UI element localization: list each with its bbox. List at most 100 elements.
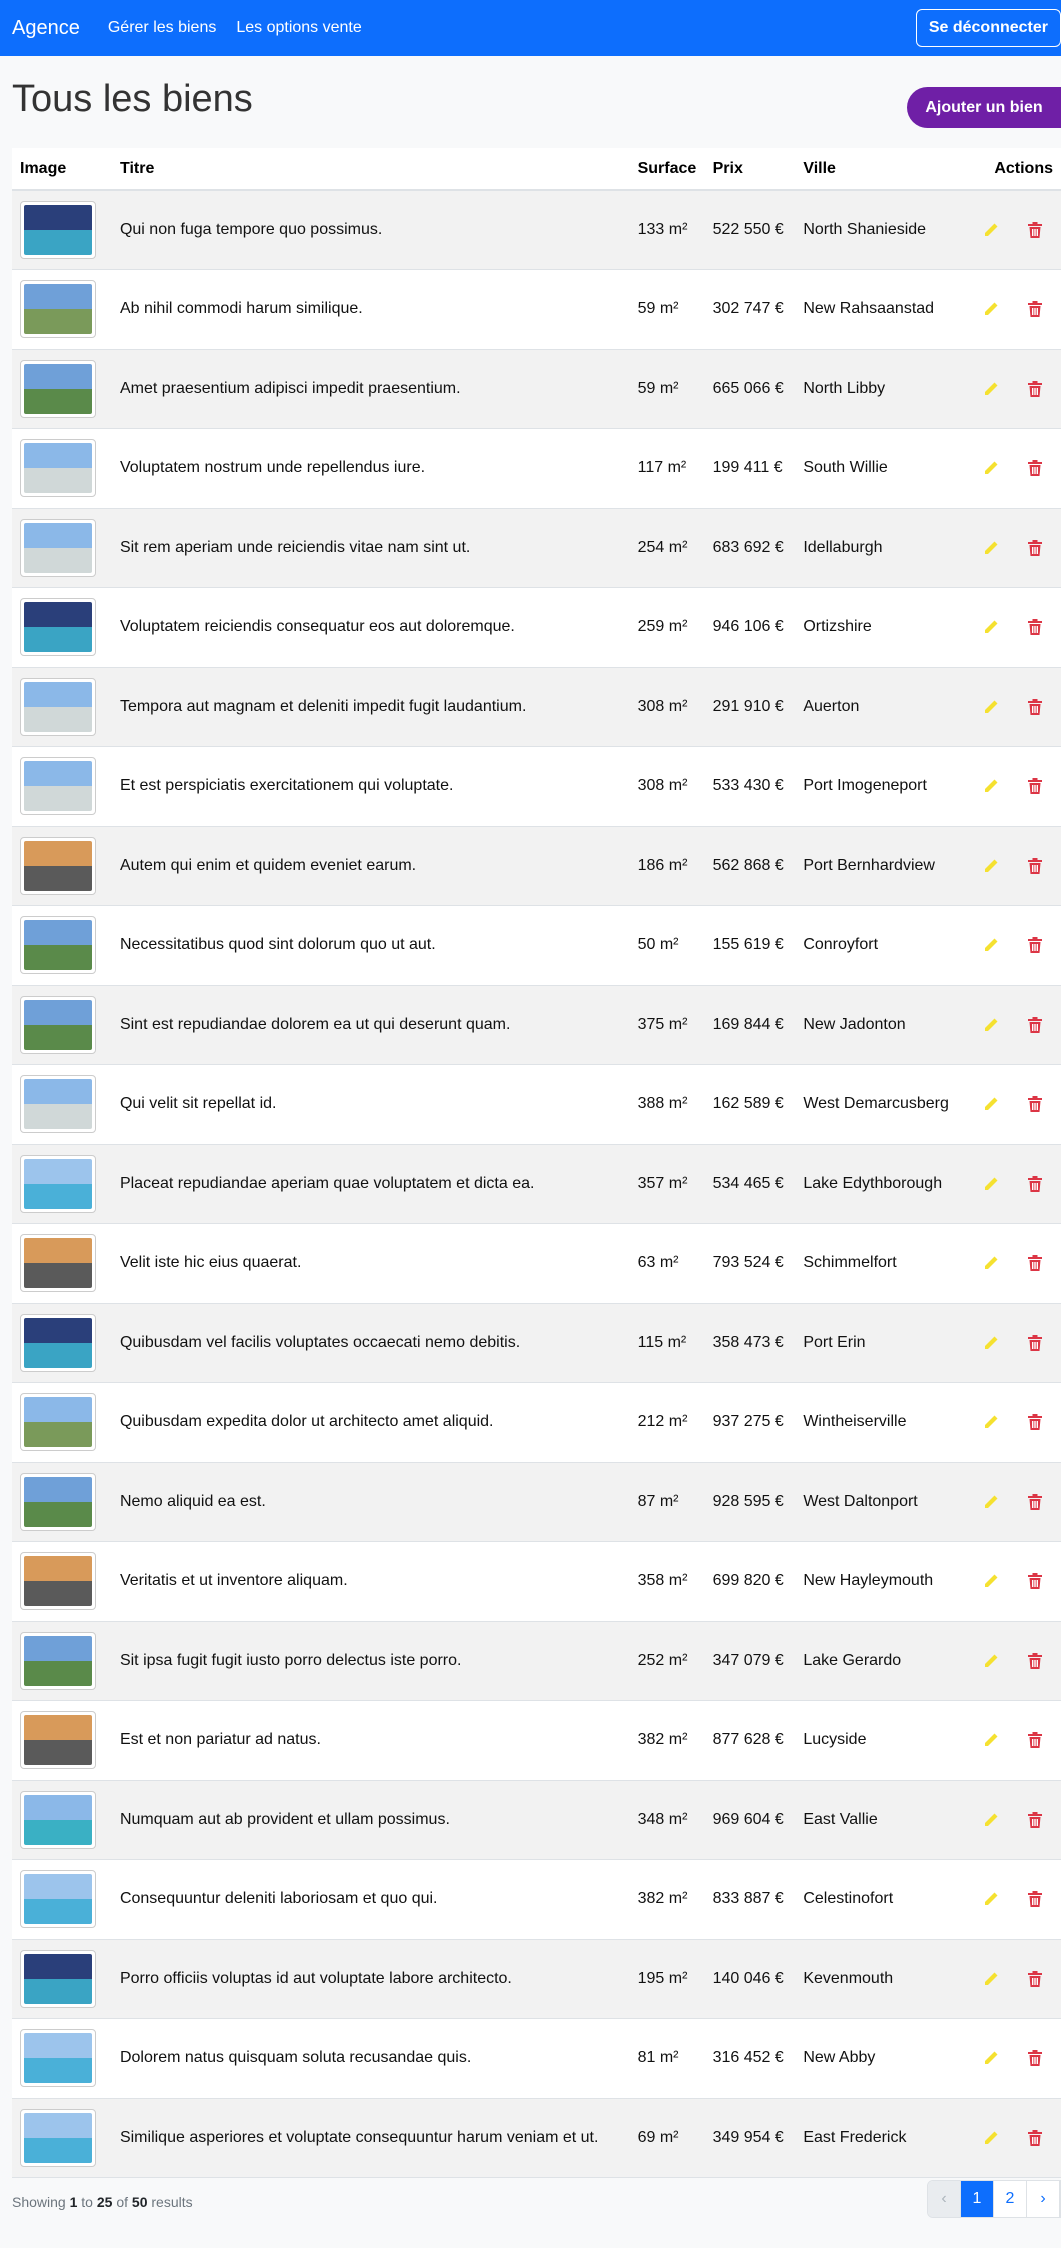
property-thumbnail[interactable] [20,1631,96,1690]
pencil-icon[interactable] [983,778,999,794]
trash-icon[interactable] [1027,222,1043,238]
property-thumbnail[interactable] [20,1154,96,1213]
property-thumbnail[interactable] [20,1870,96,1929]
trash-icon[interactable] [1027,1493,1043,1510]
trash-icon[interactable] [1027,1255,1043,1272]
property-thumbnail[interactable] [20,1552,96,1611]
trash-icon[interactable] [1027,619,1043,636]
next-page-button[interactable]: › [1027,2181,1060,2217]
cell-title: Similique asperiores et voluptate conseq… [111,2098,630,2178]
trash-icon[interactable] [1027,539,1043,556]
cell-image [12,1700,112,1781]
page-header: Tous les biens Ajouter un bien [0,56,1061,148]
pencil-icon[interactable] [983,460,999,476]
property-thumbnail[interactable] [20,518,96,577]
property-thumbnail[interactable] [20,280,96,339]
property-thumbnail[interactable] [20,598,96,657]
pencil-icon[interactable] [983,1653,999,1669]
cell-price: 155 619 € [704,905,796,986]
pencil-icon[interactable] [983,222,999,238]
pencil-icon[interactable] [983,1891,999,1907]
property-thumbnail[interactable] [20,201,96,259]
nav-link-sale-options[interactable]: Les options vente [236,19,361,37]
pencil-icon[interactable] [983,1573,999,1589]
trash-icon[interactable] [1027,2129,1043,2146]
property-thumbnail[interactable] [20,1949,96,2008]
trash-icon[interactable] [1027,1096,1043,1113]
pencil-icon[interactable] [983,540,999,556]
pencil-icon[interactable] [983,1335,999,1351]
cell-image [12,1382,112,1463]
property-thumbnail[interactable] [20,359,96,418]
page-2-button[interactable]: 2 [994,2181,1027,2217]
trash-icon[interactable] [1027,2050,1043,2067]
property-thumbnail[interactable] [20,2029,96,2088]
property-thumbnail[interactable] [20,1790,96,1849]
pencil-icon[interactable] [983,1732,999,1748]
cell-city: North Shanieside [795,190,975,270]
pencil-icon[interactable] [983,2130,999,2146]
trash-icon[interactable] [1027,1652,1043,1669]
table-row: Necessitatibus quod sint dolorum quo ut … [12,905,1061,986]
trash-icon[interactable] [1027,1811,1043,1828]
property-thumbnail[interactable] [20,1075,96,1134]
properties-table: Image Titre Surface Prix Ville Actions Q… [12,148,1061,2178]
property-thumbnail[interactable] [20,677,96,736]
trash-icon[interactable] [1027,1970,1043,1987]
property-thumbnail[interactable] [20,1313,96,1372]
pencil-icon[interactable] [983,2050,999,2066]
property-thumbnail[interactable] [20,1234,96,1293]
trash-icon[interactable] [1027,1175,1043,1192]
pencil-icon[interactable] [983,381,999,397]
column-header-surface: Surface [629,148,705,191]
trash-icon[interactable] [1027,698,1043,715]
pencil-icon[interactable] [983,1414,999,1430]
cell-actions [975,1621,1061,1701]
trash-icon[interactable] [1027,1016,1043,1033]
pencil-icon[interactable] [983,1255,999,1271]
pencil-icon[interactable] [983,1494,999,1510]
prev-page-button[interactable]: ‹ [928,2181,961,2217]
pencil-icon[interactable] [983,699,999,715]
results-of-word: of [116,2194,129,2210]
trash-icon[interactable] [1027,857,1043,874]
trash-icon[interactable] [1027,301,1043,318]
pencil-icon[interactable] [983,1971,999,1987]
cell-image [12,269,112,350]
page-1-button[interactable]: 1 [961,2181,994,2217]
trash-icon[interactable] [1027,1334,1043,1351]
property-thumbnail[interactable] [20,2108,96,2167]
pencil-icon[interactable] [983,1176,999,1192]
trash-icon[interactable] [1027,380,1043,397]
property-thumbnail[interactable] [20,1711,96,1770]
property-thumbnail[interactable] [20,836,96,895]
table-row: Voluptatem nostrum unde repellendus iure… [12,428,1061,509]
property-thumbnail[interactable] [20,995,96,1054]
trash-icon[interactable] [1027,1891,1043,1908]
trash-icon[interactable] [1027,778,1043,795]
nav-link-manage-properties[interactable]: Gérer les biens [108,19,217,37]
trash-icon[interactable] [1027,1732,1043,1749]
pencil-icon[interactable] [983,619,999,635]
property-thumbnail[interactable] [20,1472,96,1531]
trash-icon[interactable] [1027,1573,1043,1590]
pencil-icon[interactable] [983,1017,999,1033]
add-property-button[interactable]: Ajouter un bien [907,87,1061,128]
pencil-icon[interactable] [983,1812,999,1828]
pencil-icon[interactable] [983,1096,999,1112]
trash-icon[interactable] [1027,937,1043,954]
brand-link[interactable]: Agence [12,17,80,40]
trash-icon[interactable] [1027,460,1043,477]
property-thumbnail[interactable] [20,439,96,498]
pencil-icon[interactable] [983,301,999,317]
pencil-icon[interactable] [983,858,999,874]
trash-icon[interactable] [1027,1414,1043,1431]
results-word: results [151,2194,193,2210]
logout-button[interactable]: Se déconnecter [915,9,1061,47]
property-thumbnail[interactable] [20,757,96,816]
property-thumbnail[interactable] [20,916,96,975]
cell-surface: 212 m² [629,1382,705,1463]
cell-city: Port Bernhardview [795,826,975,906]
property-thumbnail[interactable] [20,1393,96,1452]
pencil-icon[interactable] [983,937,999,953]
